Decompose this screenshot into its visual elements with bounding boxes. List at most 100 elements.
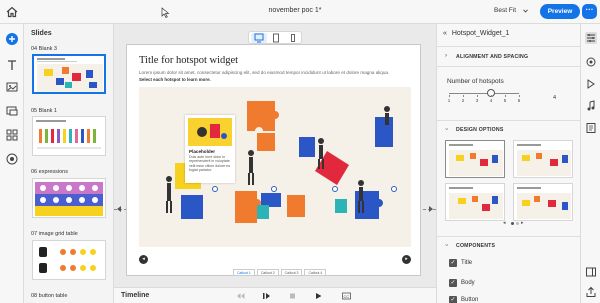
- chevron-right-icon[interactable]: ›: [445, 53, 447, 59]
- record-icon[interactable]: [5, 152, 19, 166]
- properties-icon[interactable]: [585, 32, 597, 44]
- carousel-dot[interactable]: [511, 222, 514, 225]
- design-option-4[interactable]: [513, 183, 573, 221]
- chevron-down-icon[interactable]: ›: [443, 244, 449, 246]
- hotspot-4[interactable]: [391, 186, 397, 192]
- components-section[interactable]: › COMPONENTS: [437, 236, 580, 256]
- svg-text:CC: CC: [344, 294, 350, 299]
- interactions-icon[interactable]: [5, 104, 19, 118]
- effects-icon[interactable]: [585, 56, 597, 68]
- section-divider: [437, 66, 580, 67]
- accessibility-icon[interactable]: [585, 122, 597, 134]
- carousel-next-icon[interactable]: ▸: [521, 220, 524, 226]
- callout-tab-4[interactable]: Callout 4: [304, 269, 327, 276]
- slide-thumbnail-07[interactable]: [32, 240, 106, 280]
- callout-tab-2[interactable]: Callout 2: [256, 269, 279, 276]
- panel-layout-icon[interactable]: [585, 266, 597, 278]
- carousel-prev-icon[interactable]: ◂: [503, 220, 506, 226]
- puzzle-illustration: Placeholder Duis aute irure dolor in rep…: [139, 87, 411, 247]
- slide-title[interactable]: Title for hotspot widget: [139, 55, 238, 66]
- mobile-view-icon[interactable]: [285, 33, 301, 43]
- play-icon[interactable]: [314, 292, 323, 300]
- alignment-section[interactable]: › ALIGNMENT AND SPACING: [437, 46, 580, 66]
- slide-thumbnail-06[interactable]: [32, 178, 106, 218]
- slider-tick-label: 3: [475, 98, 479, 103]
- widgets-icon[interactable]: [5, 128, 19, 142]
- desktop-view-icon[interactable]: [251, 33, 267, 43]
- collapse-panel-icon[interactable]: «: [443, 30, 447, 37]
- media-icon[interactable]: [5, 80, 19, 94]
- more-options-button[interactable]: ···: [582, 4, 597, 19]
- device-switcher: [248, 31, 302, 44]
- play-pause-icon[interactable]: [262, 292, 271, 300]
- components-label[interactable]: COMPONENTS: [456, 243, 495, 249]
- design-option-1[interactable]: [445, 140, 505, 178]
- slider-tick: [505, 95, 506, 97]
- checkbox-title[interactable]: ✓: [449, 259, 457, 267]
- slide-instruction[interactable]: Select each hotspot to learn more.: [139, 77, 211, 82]
- guide-left-arrow-icon: [117, 206, 121, 212]
- right-toolbar: [580, 24, 600, 303]
- carousel-dot[interactable]: [516, 222, 519, 225]
- home-icon[interactable]: [6, 6, 18, 18]
- left-toolbar: [0, 24, 24, 303]
- slider-tick: [519, 95, 520, 97]
- add-slide-icon[interactable]: [5, 32, 19, 46]
- hotspot-2[interactable]: [271, 186, 277, 192]
- slide-thumbnail-04[interactable]: [32, 54, 106, 94]
- hotspot-3[interactable]: [332, 186, 338, 192]
- component-label: Button: [461, 297, 479, 303]
- hotspots-slider-track[interactable]: [449, 93, 519, 94]
- slider-tick: [463, 95, 464, 97]
- slide-label: 05 Blank 1: [31, 108, 57, 114]
- rewind-icon[interactable]: [236, 292, 245, 300]
- animation-icon[interactable]: [585, 78, 597, 90]
- callout-image: [188, 118, 232, 146]
- puzzle-pieces-image: [166, 101, 393, 223]
- slides-panel-title: Slides: [31, 30, 52, 37]
- widget-name: Hotspot_Widget_1: [451, 30, 510, 37]
- callout-tabs: Callout 1 Callout 2 Callout 3 Callout 4: [233, 269, 327, 276]
- design-option-3[interactable]: [445, 183, 505, 221]
- audio-icon[interactable]: [585, 100, 597, 112]
- slider-tick: [449, 95, 450, 97]
- document-title: november poc 1*: [268, 7, 322, 14]
- slider-tick-label: 5: [503, 98, 507, 103]
- slide-body-text[interactable]: Lorem ipsum dolor sit amet, consectetur …: [139, 70, 389, 75]
- timeline-label[interactable]: Timeline: [121, 292, 149, 299]
- checkbox-button[interactable]: ✓: [449, 296, 457, 303]
- tablet-view-icon[interactable]: [268, 33, 284, 43]
- previous-button[interactable]: ◂: [139, 255, 148, 264]
- text-icon[interactable]: [5, 58, 19, 72]
- slide-label: 04 Blank 3: [31, 46, 57, 52]
- slider-tick: [491, 95, 492, 97]
- slide-label: 08 button table: [31, 293, 68, 299]
- slide-label: 07 image grid table: [31, 231, 78, 237]
- slider-tick-label: 6: [517, 98, 521, 103]
- design-option-2[interactable]: [513, 140, 573, 178]
- checkbox-body[interactable]: ✓: [449, 279, 457, 287]
- design-options-section[interactable]: › DESIGN OPTIONS: [437, 120, 580, 140]
- share-icon[interactable]: [585, 286, 597, 298]
- alignment-section-label[interactable]: ALIGNMENT AND SPACING: [456, 54, 528, 60]
- chevron-down-icon[interactable]: ›: [443, 128, 449, 130]
- next-button[interactable]: ▸: [402, 255, 411, 264]
- zoom-select[interactable]: Best Fit: [494, 7, 516, 14]
- callout-tab-3[interactable]: Callout 3: [280, 269, 303, 276]
- callout-tab-1[interactable]: Callout 1: [233, 269, 255, 276]
- stop-icon[interactable]: [288, 292, 297, 300]
- callout-text: Duis aute irure dolor in reprehenderit i…: [189, 155, 231, 173]
- guide-right-arrow-icon: [429, 206, 433, 212]
- hotspot-1[interactable]: [212, 186, 218, 192]
- chevron-down-icon[interactable]: [523, 9, 528, 13]
- slider-tick-label: 4: [489, 98, 493, 103]
- properties-panel: « Hotspot_Widget_1 › ALIGNMENT AND SPACI…: [436, 24, 580, 303]
- number-of-hotspots-label: Number of hotspots: [447, 78, 504, 85]
- preview-button[interactable]: Preview: [540, 4, 580, 19]
- slide-stage[interactable]: Title for hotspot widget Lorem ipsum dol…: [126, 44, 421, 276]
- closed-captions-icon[interactable]: CC: [342, 292, 351, 300]
- design-options-label[interactable]: DESIGN OPTIONS: [456, 127, 503, 133]
- timeline-bar: Timeline CC: [114, 287, 436, 303]
- component-label: Body: [461, 280, 475, 286]
- slide-thumbnail-05[interactable]: [32, 116, 106, 156]
